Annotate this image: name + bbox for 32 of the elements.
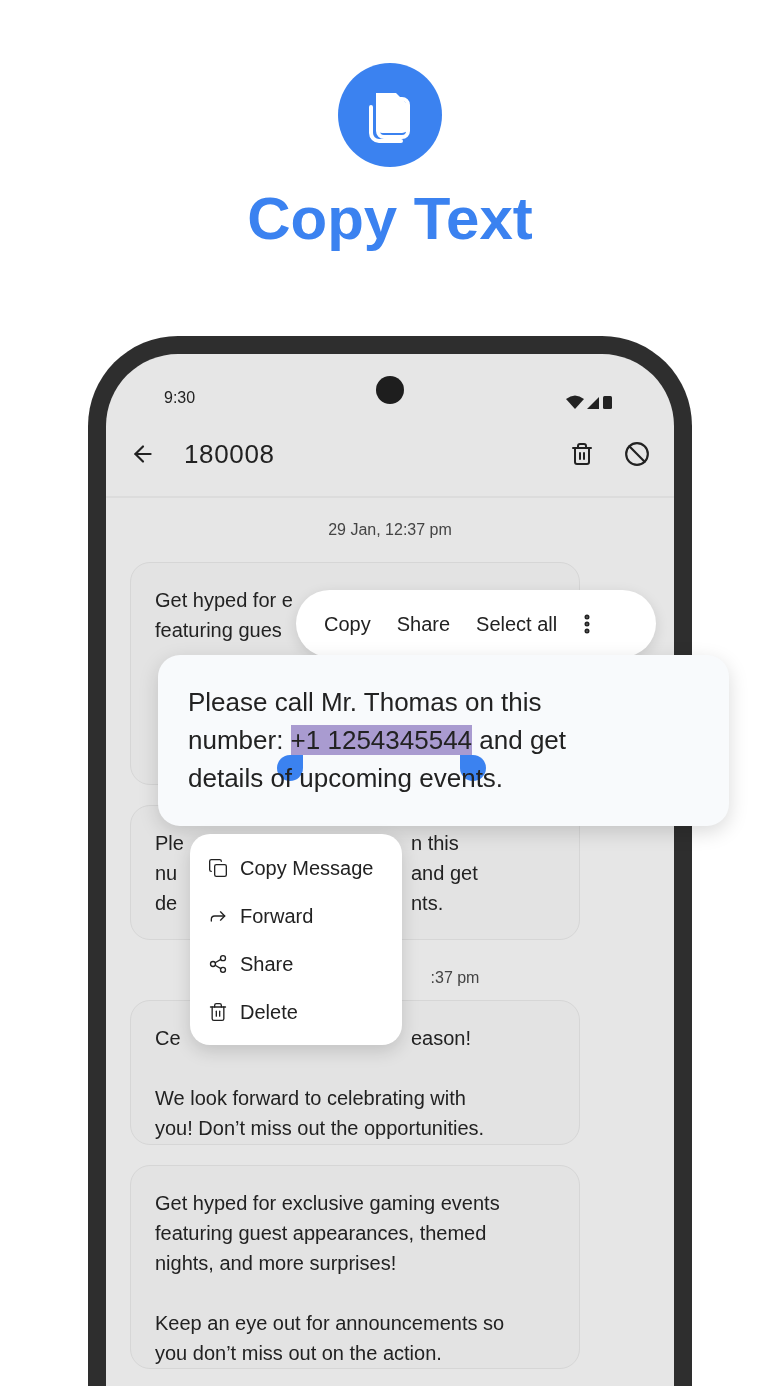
message-text: n this bbox=[411, 831, 459, 856]
message-text: nu bbox=[155, 862, 178, 884]
message-text: Keep an eye out for announcements so you don’t miss out on the action. bbox=[155, 1311, 506, 1366]
share-icon bbox=[208, 953, 228, 974]
promo-title: Copy Text bbox=[247, 184, 533, 254]
camera-hole bbox=[376, 376, 404, 404]
message-text: featuring gues bbox=[155, 619, 282, 641]
toolbar-action[interactable]: Copy bbox=[324, 608, 371, 639]
toolbar-action[interactable]: Share bbox=[396, 608, 451, 639]
date-label: :37 pm bbox=[430, 968, 480, 988]
message-text: de bbox=[155, 892, 178, 914]
message-text: Ce bbox=[155, 1027, 181, 1049]
trash-icon bbox=[208, 1001, 228, 1022]
message-text: Get hyped for exclusive gaming events featuring guest appearances, themed nights, and more surprises! bbox=[155, 1191, 501, 1276]
block-icon[interactable] bbox=[624, 441, 650, 467]
message-text: nts. bbox=[411, 891, 444, 916]
date-label: 29 Jan, 12:37 pm bbox=[328, 520, 452, 540]
message-text: Ple bbox=[155, 832, 184, 854]
message-text: eason! bbox=[411, 1026, 472, 1051]
message-text: We look forward to celebrating with you! Don’t miss out the opportunities. bbox=[155, 1086, 486, 1141]
toolbar-action[interactable]: Select all bbox=[476, 608, 558, 639]
copy-icon bbox=[208, 857, 228, 878]
menu-item[interactable]: Forward bbox=[208, 891, 384, 940]
status-time: 9:30 bbox=[164, 388, 196, 408]
message-text: and get bbox=[411, 861, 478, 886]
menu-item[interactable]: Delete bbox=[208, 987, 384, 1036]
message-text: Get hyped for e bbox=[155, 589, 293, 611]
menu-item[interactable]: Share bbox=[208, 939, 384, 988]
delete-icon[interactable] bbox=[570, 442, 594, 466]
menu-item[interactable]: Copy Message bbox=[208, 843, 384, 892]
conversation-title: 180008 bbox=[184, 437, 275, 471]
copy-app-icon bbox=[338, 63, 442, 167]
